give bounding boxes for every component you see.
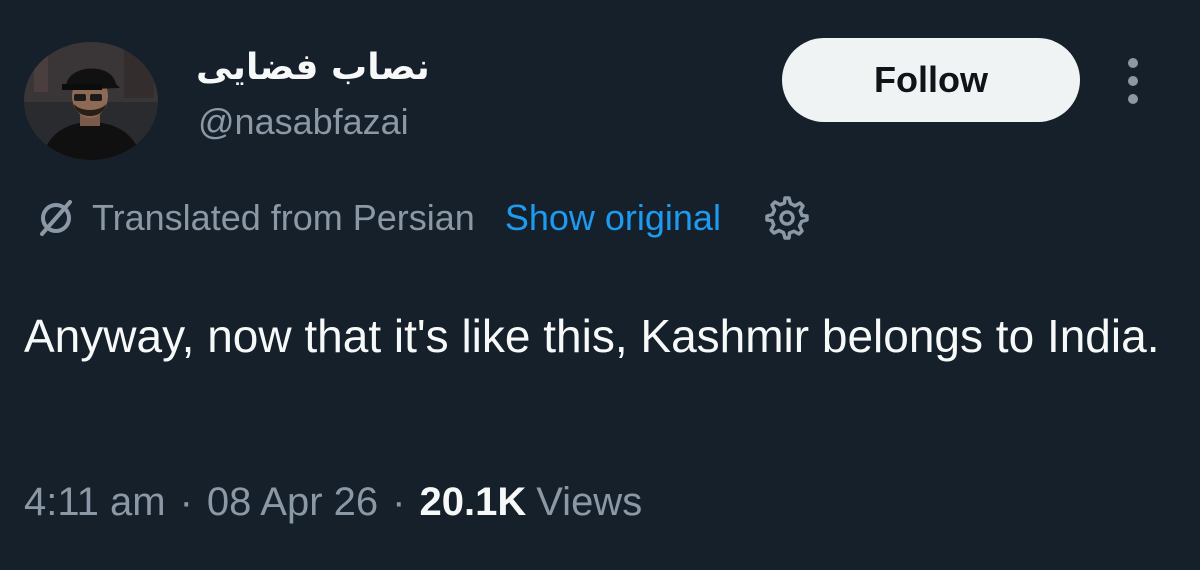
show-original-link[interactable]: Show original <box>505 197 721 239</box>
tweet-meta: 4:11 am · 08 Apr 26 · 20.1K Views <box>24 474 642 530</box>
avatar-photo <box>24 42 158 160</box>
translated-from-label: Translated from Persian <box>92 197 475 238</box>
views-label: Views <box>536 479 643 524</box>
author-display-name[interactable]: نصاب فضایی <box>196 44 430 92</box>
more-options-button[interactable] <box>1114 52 1152 110</box>
meta-separator: · <box>179 479 193 524</box>
gear-icon[interactable] <box>765 196 809 240</box>
tweet-card: نصاب فضایی @nasabfazai Follow Translated… <box>0 0 1200 570</box>
tweet-text: Anyway, now that it's like this, Kashmir… <box>24 310 1160 362</box>
translation-bar: Translated from Persian Show original <box>36 192 809 244</box>
more-vertical-icon-dot <box>1128 76 1138 86</box>
follow-button[interactable]: Follow <box>782 38 1080 122</box>
translate-slash-icon <box>36 198 76 238</box>
author-handle[interactable]: @nasabfazai <box>198 98 409 146</box>
avatar[interactable] <box>24 42 158 160</box>
meta-separator: · <box>392 479 406 524</box>
more-vertical-icon-dot <box>1128 94 1138 104</box>
tweet-time[interactable]: 4:11 am <box>24 480 166 525</box>
tweet-date[interactable]: 08 Apr 26 <box>207 480 378 525</box>
views-count[interactable]: 20.1K <box>419 480 526 525</box>
more-vertical-icon <box>1128 58 1138 68</box>
